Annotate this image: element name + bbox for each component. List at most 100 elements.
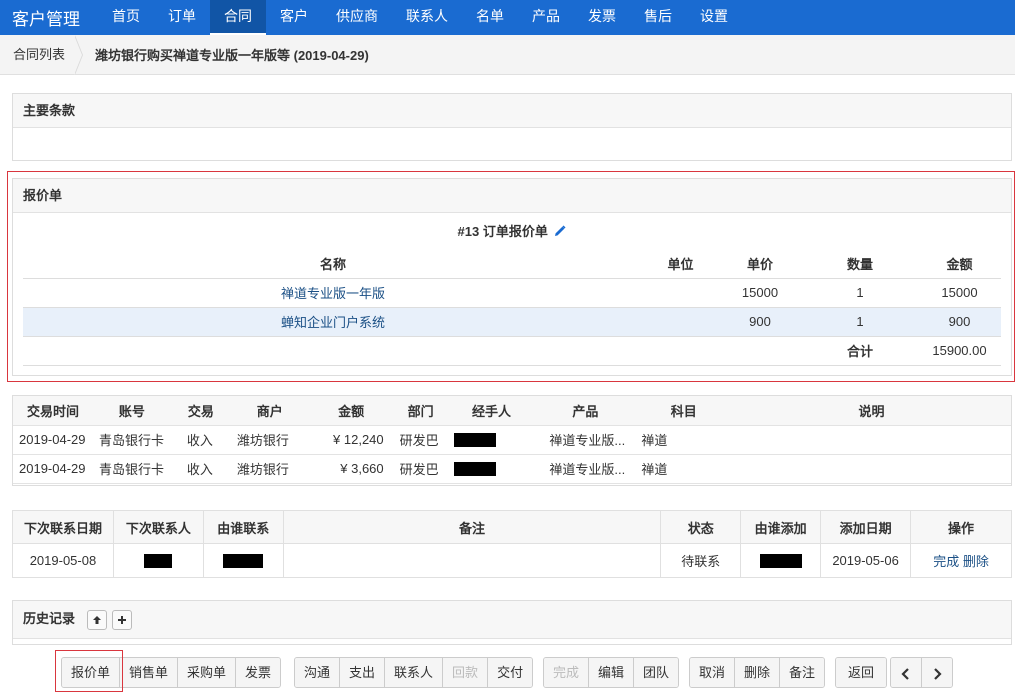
col-description: 说明 bbox=[732, 396, 1011, 426]
trade-type: 收入 bbox=[170, 454, 231, 484]
product-link[interactable]: 蝉知企业门户系统 bbox=[281, 315, 385, 330]
table-row: 蝉知企业门户系统 900 1 900 bbox=[23, 307, 1001, 337]
finish-button[interactable]: 完成 bbox=[544, 658, 590, 687]
quote-button-highlight bbox=[55, 650, 123, 692]
col-merchant: 商户 bbox=[230, 396, 309, 426]
trade-account: 青岛银行卡 bbox=[92, 425, 171, 455]
delivery-button[interactable]: 交付 bbox=[488, 658, 533, 687]
trade-amount: ¥ 3,660 bbox=[308, 454, 394, 484]
transactions-table: 交易时间 账号 交易 商户 金额 部门 经手人 产品 科目 说明 2019-04… bbox=[13, 396, 1011, 484]
plus-icon[interactable] bbox=[112, 609, 133, 630]
contact-status: 待联系 bbox=[660, 543, 742, 578]
quote-table: 名称 单位 单价 数量 金额 禅道专业版一年版 15000 1 15000 蝉知… bbox=[23, 249, 1001, 366]
nav-item-home[interactable]: 首页 bbox=[98, 0, 154, 35]
receivable-button[interactable]: 回款 bbox=[443, 658, 489, 687]
total-label: 合计 bbox=[802, 336, 918, 366]
trade-department: 研发巴 bbox=[393, 454, 448, 484]
sales-order-button[interactable]: 销售单 bbox=[120, 658, 179, 687]
added-date: 2019-05-06 bbox=[820, 543, 912, 578]
arrow-up-icon[interactable] bbox=[86, 609, 107, 630]
breadcrumb-contract-list[interactable]: 合同列表 bbox=[0, 35, 75, 75]
chevron-right-icon[interactable] bbox=[922, 658, 952, 687]
contact-actions: 完成 删除 bbox=[910, 543, 1012, 578]
row-qty: 1 bbox=[802, 307, 918, 337]
nav-item-orders[interactable]: 订单 bbox=[154, 0, 210, 35]
note-button[interactable]: 备注 bbox=[780, 658, 825, 687]
breadcrumb-separator bbox=[74, 34, 84, 75]
col-subject: 科目 bbox=[635, 396, 733, 426]
row-price: 15000 bbox=[718, 278, 802, 308]
quote-panel: 报价单 #13 订单报价单 名称 单位 单价 数量 金额 禅道专业版一年版 15… bbox=[12, 178, 1012, 376]
added-by-redacted bbox=[740, 543, 822, 578]
history-title: 历史记录 bbox=[23, 611, 76, 626]
expense-button[interactable]: 支出 bbox=[340, 658, 386, 687]
col-amount: 金额 bbox=[918, 249, 1001, 279]
total-row: 合计 15900.00 bbox=[23, 336, 1001, 366]
col-next-contact-person: 下次联系人 bbox=[112, 510, 204, 544]
trade-subject: 禅道 bbox=[635, 454, 733, 484]
back-button[interactable]: 返回 bbox=[836, 658, 887, 687]
nav-item-products[interactable]: 产品 bbox=[518, 0, 574, 35]
trade-date: 2019-04-29 bbox=[13, 425, 93, 455]
page-title: 潍坊银行购买禅道专业版一年版等 (2019-04-29) bbox=[95, 48, 369, 63]
nav-item-customers[interactable]: 客户 bbox=[266, 0, 322, 35]
invoice-button[interactable]: 发票 bbox=[236, 658, 281, 687]
delete-button[interactable]: 删除 bbox=[735, 658, 781, 687]
complete-link[interactable]: 完成 bbox=[933, 554, 959, 569]
col-unit: 单位 bbox=[643, 249, 718, 279]
col-next-contact-date: 下次联系日期 bbox=[12, 510, 114, 544]
col-status: 状态 bbox=[660, 510, 742, 544]
row-unit bbox=[643, 278, 718, 308]
edit-pencil-icon[interactable] bbox=[554, 214, 566, 252]
trade-merchant: 潍坊银行 bbox=[230, 425, 309, 455]
row-price: 900 bbox=[718, 307, 802, 337]
col-contacted-by: 由谁联系 bbox=[202, 510, 284, 544]
cancel-button[interactable]: 取消 bbox=[690, 658, 736, 687]
toolbar-group-manage: 取消 删除 备注 bbox=[689, 657, 826, 688]
nav-item-invoices[interactable]: 发票 bbox=[574, 0, 630, 35]
nav-item-leads[interactable]: 名单 bbox=[462, 0, 518, 35]
next-contact-person-redacted bbox=[112, 543, 204, 578]
transactions-panel: 交易时间 账号 交易 商户 金额 部门 经手人 产品 科目 说明 2019-04… bbox=[12, 395, 1012, 486]
action-toolbar: 报价单 销售单 采购单 发票 沟通 支出 联系人 回款 交付 完成 编辑 团队 … bbox=[0, 645, 1015, 692]
total-value: 15900.00 bbox=[918, 336, 1001, 366]
col-added-date: 添加日期 bbox=[820, 510, 912, 544]
row-amount: 900 bbox=[918, 307, 1001, 337]
nav-item-contracts[interactable]: 合同 bbox=[210, 0, 266, 35]
toolbar-group-pager bbox=[890, 657, 953, 688]
col-price: 单价 bbox=[718, 249, 802, 279]
col-qty: 数量 bbox=[802, 249, 918, 279]
trade-product: 禅道专业版... bbox=[535, 425, 636, 455]
team-button[interactable]: 团队 bbox=[634, 658, 679, 687]
app-brand[interactable]: 客户管理 bbox=[0, 5, 98, 30]
row-amount: 15000 bbox=[918, 278, 1001, 308]
delete-link[interactable]: 删除 bbox=[963, 554, 989, 569]
nav-item-settings[interactable]: 设置 bbox=[686, 0, 742, 35]
trade-description bbox=[732, 425, 1011, 455]
quote-table-header: 名称 单位 单价 数量 金额 bbox=[23, 249, 1001, 279]
table-row: 禅道专业版一年版 15000 1 15000 bbox=[23, 278, 1001, 308]
chevron-left-icon[interactable] bbox=[891, 658, 922, 687]
contacted-by-redacted bbox=[202, 543, 284, 578]
breadcrumb: 合同列表 潍坊银行购买禅道专业版一年版等 (2019-04-29) bbox=[0, 34, 1015, 75]
product-link[interactable]: 禅道专业版一年版 bbox=[281, 286, 385, 301]
col-trade-time: 交易时间 bbox=[13, 396, 93, 426]
trade-department: 研发巴 bbox=[393, 425, 448, 455]
table-row: 2019-04-29 青岛银行卡 收入 潍坊银行 ¥ 3,660 研发巴 禅道专… bbox=[13, 454, 1011, 484]
contact-button[interactable]: 联系人 bbox=[385, 658, 444, 687]
transactions-header: 交易时间 账号 交易 商户 金额 部门 经手人 产品 科目 说明 bbox=[13, 396, 1011, 426]
top-nav: 客户管理 首页 订单 合同 客户 供应商 联系人 名单 产品 发票 售后 设置 bbox=[0, 0, 1015, 35]
communicate-button[interactable]: 沟通 bbox=[295, 658, 341, 687]
quote-order-heading: #13 订单报价单 bbox=[13, 213, 1011, 249]
nav-item-after-sales[interactable]: 售后 bbox=[630, 0, 686, 35]
contact-note bbox=[282, 543, 662, 578]
trade-amount: ¥ 12,240 bbox=[308, 425, 394, 455]
edit-button[interactable]: 编辑 bbox=[589, 658, 635, 687]
purchase-order-button[interactable]: 采购单 bbox=[178, 658, 237, 687]
col-trade: 交易 bbox=[170, 396, 231, 426]
nav-item-contacts[interactable]: 联系人 bbox=[392, 0, 462, 35]
trade-merchant: 潍坊银行 bbox=[230, 454, 309, 484]
toolbar-group-status: 完成 编辑 团队 bbox=[543, 657, 680, 688]
contact-schedule-header: 下次联系日期 下次联系人 由谁联系 备注 状态 由谁添加 添加日期 操作 bbox=[12, 510, 1012, 544]
nav-item-suppliers[interactable]: 供应商 bbox=[322, 0, 392, 35]
